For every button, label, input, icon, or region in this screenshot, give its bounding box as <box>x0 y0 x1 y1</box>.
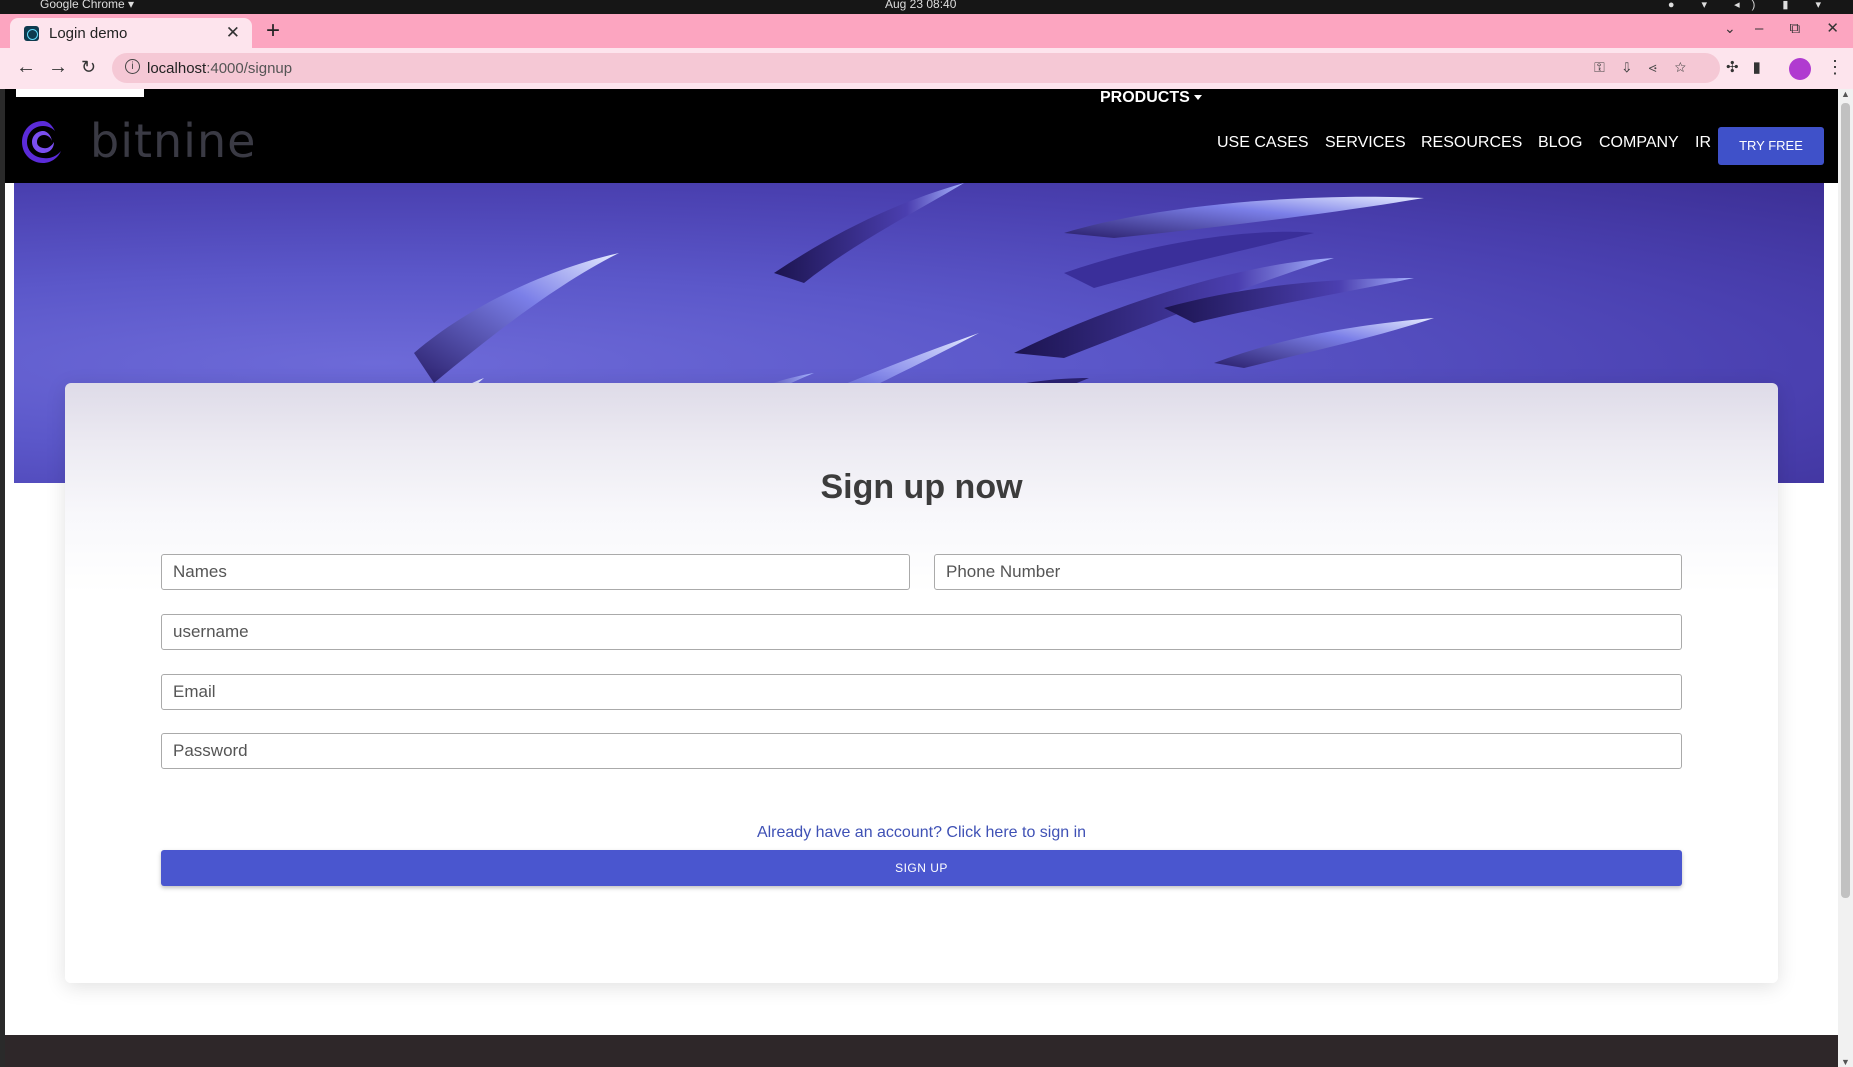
signup-title: Sign up now <box>820 468 1023 506</box>
scroll-up-icon[interactable]: ▲ <box>1841 89 1850 99</box>
address-bar-icons[interactable]: ⚿⇩⋖☆ <box>1594 59 1704 76</box>
extensions-icon[interactable]: ✣▮ <box>1726 58 1775 76</box>
nav-resources[interactable]: RESOURCES <box>1421 134 1522 152</box>
os-clock[interactable]: Aug 23 08:40 <box>885 0 956 11</box>
chrome-menu-icon[interactable]: ⋮ <box>1826 57 1844 78</box>
tab-close-icon[interactable]: ✕ <box>226 23 240 43</box>
email-input[interactable] <box>161 674 1682 710</box>
nav-company[interactable]: COMPANY <box>1599 134 1679 152</box>
forward-arrow-icon[interactable]: → <box>48 56 68 79</box>
username-input[interactable] <box>161 614 1682 650</box>
site-navbar: bitnine PRODUCTS USE CASES SERVICES RESO… <box>5 89 1838 183</box>
signin-link[interactable]: Already have an account? Click here to s… <box>65 824 1778 842</box>
browser-tab[interactable]: Login demo ✕ <box>10 18 252 48</box>
signup-button[interactable]: SIGN UP <box>161 850 1682 886</box>
os-app-label[interactable]: Google Chrome ▾ <box>40 0 134 11</box>
tab-title: Login demo <box>49 25 128 42</box>
nav-use-cases[interactable]: USE CASES <box>1217 134 1309 152</box>
browser-tab-strip: Login demo ✕ + ⌄ – ⧉ ✕ <box>0 14 1853 48</box>
page-scrollbar[interactable]: ▲ ▼ <box>1838 89 1853 1067</box>
window-close-icon[interactable]: ✕ <box>1826 20 1839 37</box>
signup-card: Sign up now Already have an account? Cli… <box>65 383 1778 983</box>
minimize-icon[interactable]: – <box>1755 20 1763 37</box>
browser-toolbar: ← → ↻ i localhost:4000/signup ⚿⇩⋖☆ ✣▮ ⋮ <box>0 48 1853 89</box>
system-tray-icons[interactable]: ● ▾ ◂) ▮ ▾ <box>1668 0 1833 11</box>
scrollbar-thumb[interactable] <box>1841 103 1850 898</box>
window-controls: – ⧉ ✕ <box>1733 19 1839 37</box>
try-free-button[interactable]: TRY FREE <box>1718 127 1824 165</box>
profile-avatar[interactable] <box>1789 58 1811 80</box>
language-selector-stub[interactable] <box>16 89 144 97</box>
address-bar[interactable]: i localhost:4000/signup ⚿⇩⋖☆ <box>112 53 1720 83</box>
logo-text[interactable]: bitnine <box>90 114 256 168</box>
phone-number-input[interactable] <box>934 554 1682 590</box>
restore-icon[interactable]: ⧉ <box>1790 20 1801 37</box>
react-favicon-icon <box>24 26 39 41</box>
url-text[interactable]: localhost:4000/signup <box>147 60 292 77</box>
reload-icon[interactable]: ↻ <box>81 57 96 78</box>
names-input[interactable] <box>161 554 910 590</box>
nav-ir[interactable]: IR <box>1695 134 1711 152</box>
nav-services[interactable]: SERVICES <box>1325 134 1406 152</box>
site-info-icon[interactable]: i <box>125 59 140 74</box>
page-viewport: bitnine PRODUCTS USE CASES SERVICES RESO… <box>0 89 1853 1067</box>
nav-blog[interactable]: BLOG <box>1538 134 1582 152</box>
site-footer <box>5 1035 1838 1067</box>
bitnine-logo-icon[interactable] <box>18 117 68 167</box>
left-edge <box>0 89 5 1067</box>
nav-products[interactable]: PRODUCTS <box>1100 89 1202 107</box>
new-tab-icon[interactable]: + <box>266 17 280 45</box>
scroll-down-icon[interactable]: ▼ <box>1841 1057 1850 1067</box>
os-top-bar: Google Chrome ▾ Aug 23 08:40 ● ▾ ◂) ▮ ▾ <box>0 0 1853 14</box>
password-input[interactable] <box>161 733 1682 769</box>
back-arrow-icon[interactable]: ← <box>16 56 36 79</box>
caret-down-icon <box>1193 95 1202 101</box>
